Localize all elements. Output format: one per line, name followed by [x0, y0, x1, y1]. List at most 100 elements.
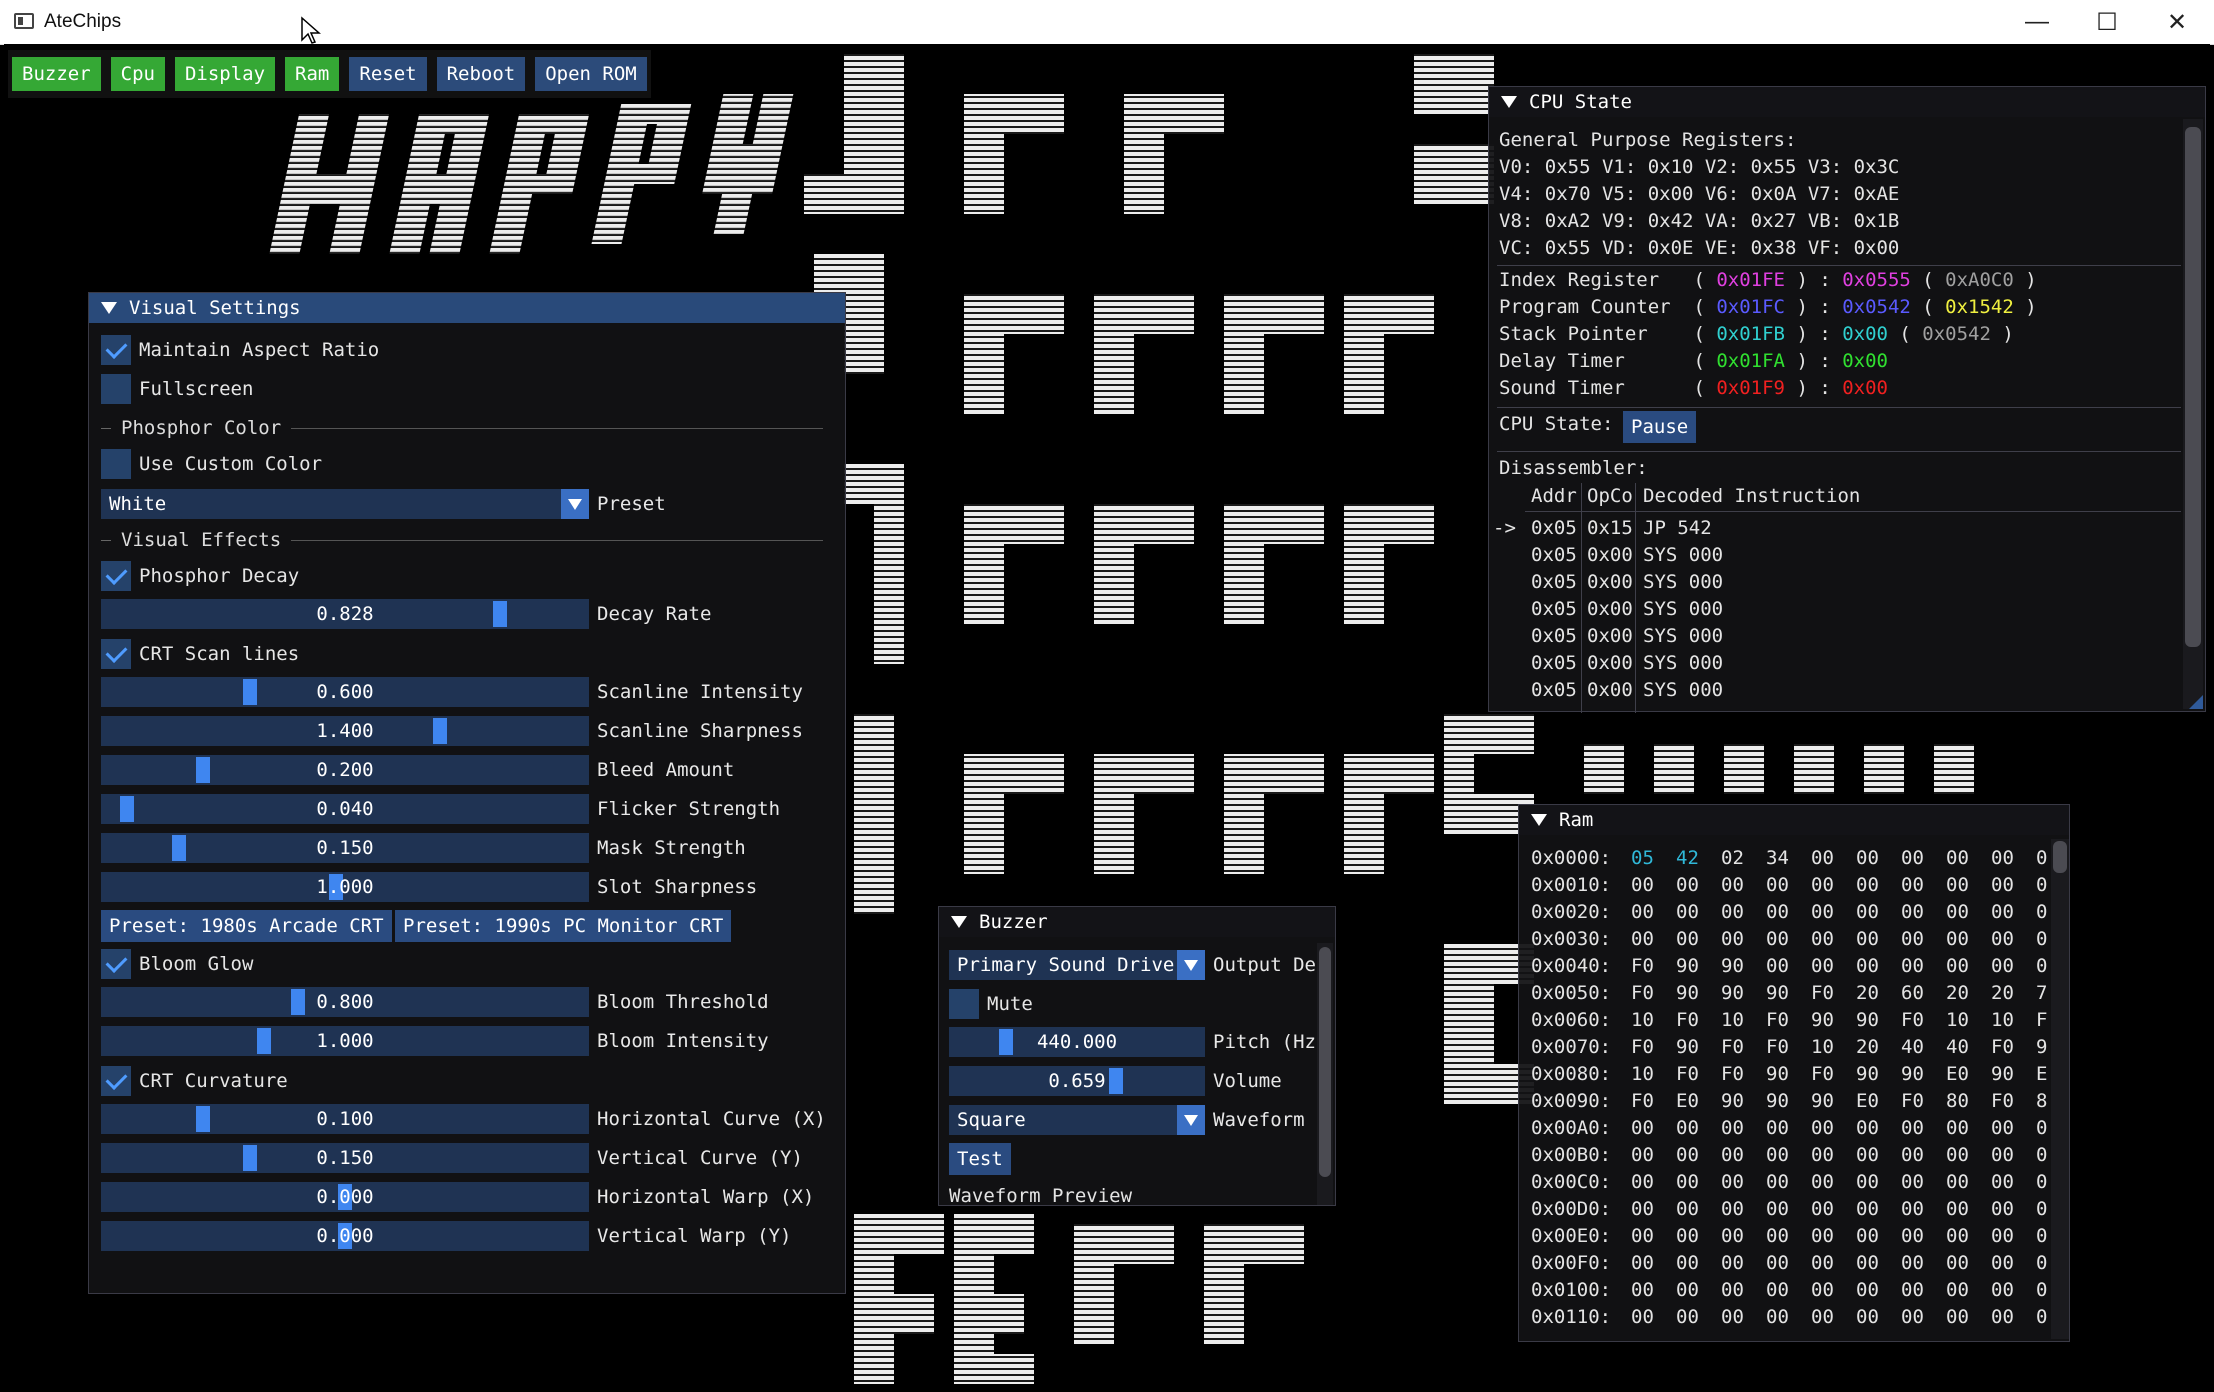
scroll-thumb[interactable]: [1319, 947, 1331, 1177]
ram-byte[interactable]: 00: [1631, 874, 1654, 896]
ram-byte[interactable]: 00: [1901, 1252, 1924, 1274]
collapse-arrow-icon[interactable]: [101, 302, 117, 314]
ram-byte[interactable]: 00: [1676, 1171, 1699, 1193]
ram-byte[interactable]: 0: [2036, 1225, 2047, 1247]
ram-byte[interactable]: 90: [1856, 1063, 1879, 1085]
collapse-arrow-icon[interactable]: [1531, 814, 1547, 826]
ram-byte[interactable]: 00: [1766, 955, 1789, 977]
cpu-scrollbar[interactable]: [2183, 119, 2203, 709]
ram-byte[interactable]: 00: [1856, 1117, 1879, 1139]
ram-byte[interactable]: 00: [1901, 928, 1924, 950]
ram-byte[interactable]: 00: [1676, 1252, 1699, 1274]
ram-byte[interactable]: 00: [1766, 1198, 1789, 1220]
phosphor-decay-checkbox[interactable]: [101, 561, 131, 591]
ram-byte[interactable]: 00: [1901, 1144, 1924, 1166]
ram-byte[interactable]: 00: [1811, 901, 1834, 923]
ram-byte[interactable]: 00: [1856, 901, 1879, 923]
ram-byte[interactable]: 90: [1901, 1063, 1924, 1085]
ram-byte[interactable]: 90: [1766, 982, 1789, 1004]
ram-byte[interactable]: 10: [1631, 1009, 1654, 1031]
buzzer-scrollbar[interactable]: [1317, 943, 1333, 1205]
curvature-checkbox[interactable]: [101, 1066, 131, 1096]
ram-byte[interactable]: 00: [1766, 1171, 1789, 1193]
ram-byte[interactable]: F0: [1631, 1090, 1654, 1112]
ram-byte[interactable]: 0: [2036, 1252, 2047, 1274]
custom-color-row[interactable]: Use Custom Color: [101, 447, 322, 481]
pause-button[interactable]: Pause: [1623, 411, 1697, 443]
vertical-curve-slider[interactable]: 0.150: [101, 1143, 589, 1173]
ram-byte[interactable]: 00: [1721, 1198, 1744, 1220]
scanline-sharpness-slider[interactable]: 1.400: [101, 716, 589, 746]
ram-byte[interactable]: 90: [1766, 1090, 1789, 1112]
scanline-intensity-slider[interactable]: 0.600: [101, 677, 589, 707]
ram-byte[interactable]: 90: [1676, 1036, 1699, 1058]
ram-byte[interactable]: F0: [1811, 1063, 1834, 1085]
phosphor-decay-row[interactable]: Phosphor Decay: [101, 559, 299, 593]
ram-byte[interactable]: 00: [1676, 1198, 1699, 1220]
decay-rate-slider[interactable]: 0.828: [101, 599, 589, 629]
minimize-button[interactable]: —: [2002, 0, 2072, 44]
ram-byte[interactable]: 60: [1901, 982, 1924, 1004]
ram-byte[interactable]: E: [2036, 1063, 2047, 1085]
ram-byte[interactable]: 00: [1631, 1144, 1654, 1166]
ram-byte[interactable]: 00: [1631, 1252, 1654, 1274]
ram-byte[interactable]: 00: [1676, 901, 1699, 923]
ram-byte[interactable]: 0: [2036, 1171, 2047, 1193]
ram-byte[interactable]: 00: [1766, 1225, 1789, 1247]
ram-header[interactable]: Ram: [1519, 805, 2069, 835]
ram-byte[interactable]: 02: [1721, 847, 1744, 869]
ram-byte[interactable]: 00: [1721, 901, 1744, 923]
ram-byte[interactable]: 00: [1811, 928, 1834, 950]
ram-byte[interactable]: 00: [1676, 1144, 1699, 1166]
ram-byte[interactable]: 90: [1721, 1090, 1744, 1112]
ram-byte[interactable]: 00: [1991, 1117, 2014, 1139]
ram-byte[interactable]: 00: [1811, 1171, 1834, 1193]
horizontal-warp-slider[interactable]: 0.000: [101, 1182, 589, 1212]
ram-byte[interactable]: F0: [1901, 1009, 1924, 1031]
ram-byte[interactable]: 90: [1766, 1063, 1789, 1085]
mute-checkbox[interactable]: [949, 989, 979, 1019]
ram-byte[interactable]: 0: [2036, 847, 2047, 869]
dropdown-arrow-icon[interactable]: [1177, 1105, 1205, 1135]
crt-scan-checkbox[interactable]: [101, 639, 131, 669]
ram-byte[interactable]: F0: [1721, 1063, 1744, 1085]
ram-byte[interactable]: 00: [1811, 847, 1834, 869]
ram-byte[interactable]: 8: [2036, 1090, 2047, 1112]
ram-byte[interactable]: F0: [1631, 1036, 1654, 1058]
ram-byte[interactable]: 00: [1766, 874, 1789, 896]
menu-display-button[interactable]: Display: [174, 57, 276, 91]
ram-byte[interactable]: 00: [1631, 1198, 1654, 1220]
ram-byte[interactable]: 00: [1721, 1252, 1744, 1274]
menu-reset-button[interactable]: Reset: [349, 57, 427, 91]
ram-byte[interactable]: 00: [1991, 1279, 2014, 1301]
ram-byte[interactable]: 00: [1946, 1252, 1969, 1274]
ram-byte[interactable]: 7: [2036, 982, 2047, 1004]
ram-byte[interactable]: 00: [1721, 1117, 1744, 1139]
ram-byte[interactable]: F: [2036, 1009, 2047, 1031]
ram-byte[interactable]: 00: [1676, 1225, 1699, 1247]
ram-byte[interactable]: 90: [1676, 982, 1699, 1004]
ram-byte[interactable]: 00: [1991, 928, 2014, 950]
ram-byte[interactable]: 00: [1766, 928, 1789, 950]
curvature-row[interactable]: CRT Curvature: [101, 1064, 288, 1098]
ram-byte[interactable]: 00: [1631, 928, 1654, 950]
ram-byte[interactable]: 10: [1946, 1009, 1969, 1031]
ram-byte[interactable]: 00: [1631, 1117, 1654, 1139]
preset-combo[interactable]: White: [101, 489, 589, 519]
ram-byte[interactable]: 00: [1946, 1225, 1969, 1247]
ram-byte[interactable]: 00: [1721, 1225, 1744, 1247]
ram-byte[interactable]: 00: [1856, 874, 1879, 896]
bloom-row[interactable]: Bloom Glow: [101, 947, 253, 981]
ram-byte[interactable]: 00: [1766, 1306, 1789, 1328]
fullscreen-checkbox[interactable]: [101, 374, 131, 404]
resize-grip-icon[interactable]: [2189, 695, 2203, 709]
ram-byte[interactable]: 90: [1721, 982, 1744, 1004]
ram-byte[interactable]: 00: [1856, 1252, 1879, 1274]
ram-byte[interactable]: 00: [1946, 901, 1969, 923]
ram-byte[interactable]: 00: [1856, 1198, 1879, 1220]
ram-byte[interactable]: 0: [2036, 955, 2047, 977]
menu-open-rom-button[interactable]: Open ROM: [535, 57, 647, 91]
ram-byte[interactable]: 00: [1946, 1171, 1969, 1193]
ram-byte[interactable]: F0: [1766, 1036, 1789, 1058]
ram-byte[interactable]: 00: [1901, 1225, 1924, 1247]
